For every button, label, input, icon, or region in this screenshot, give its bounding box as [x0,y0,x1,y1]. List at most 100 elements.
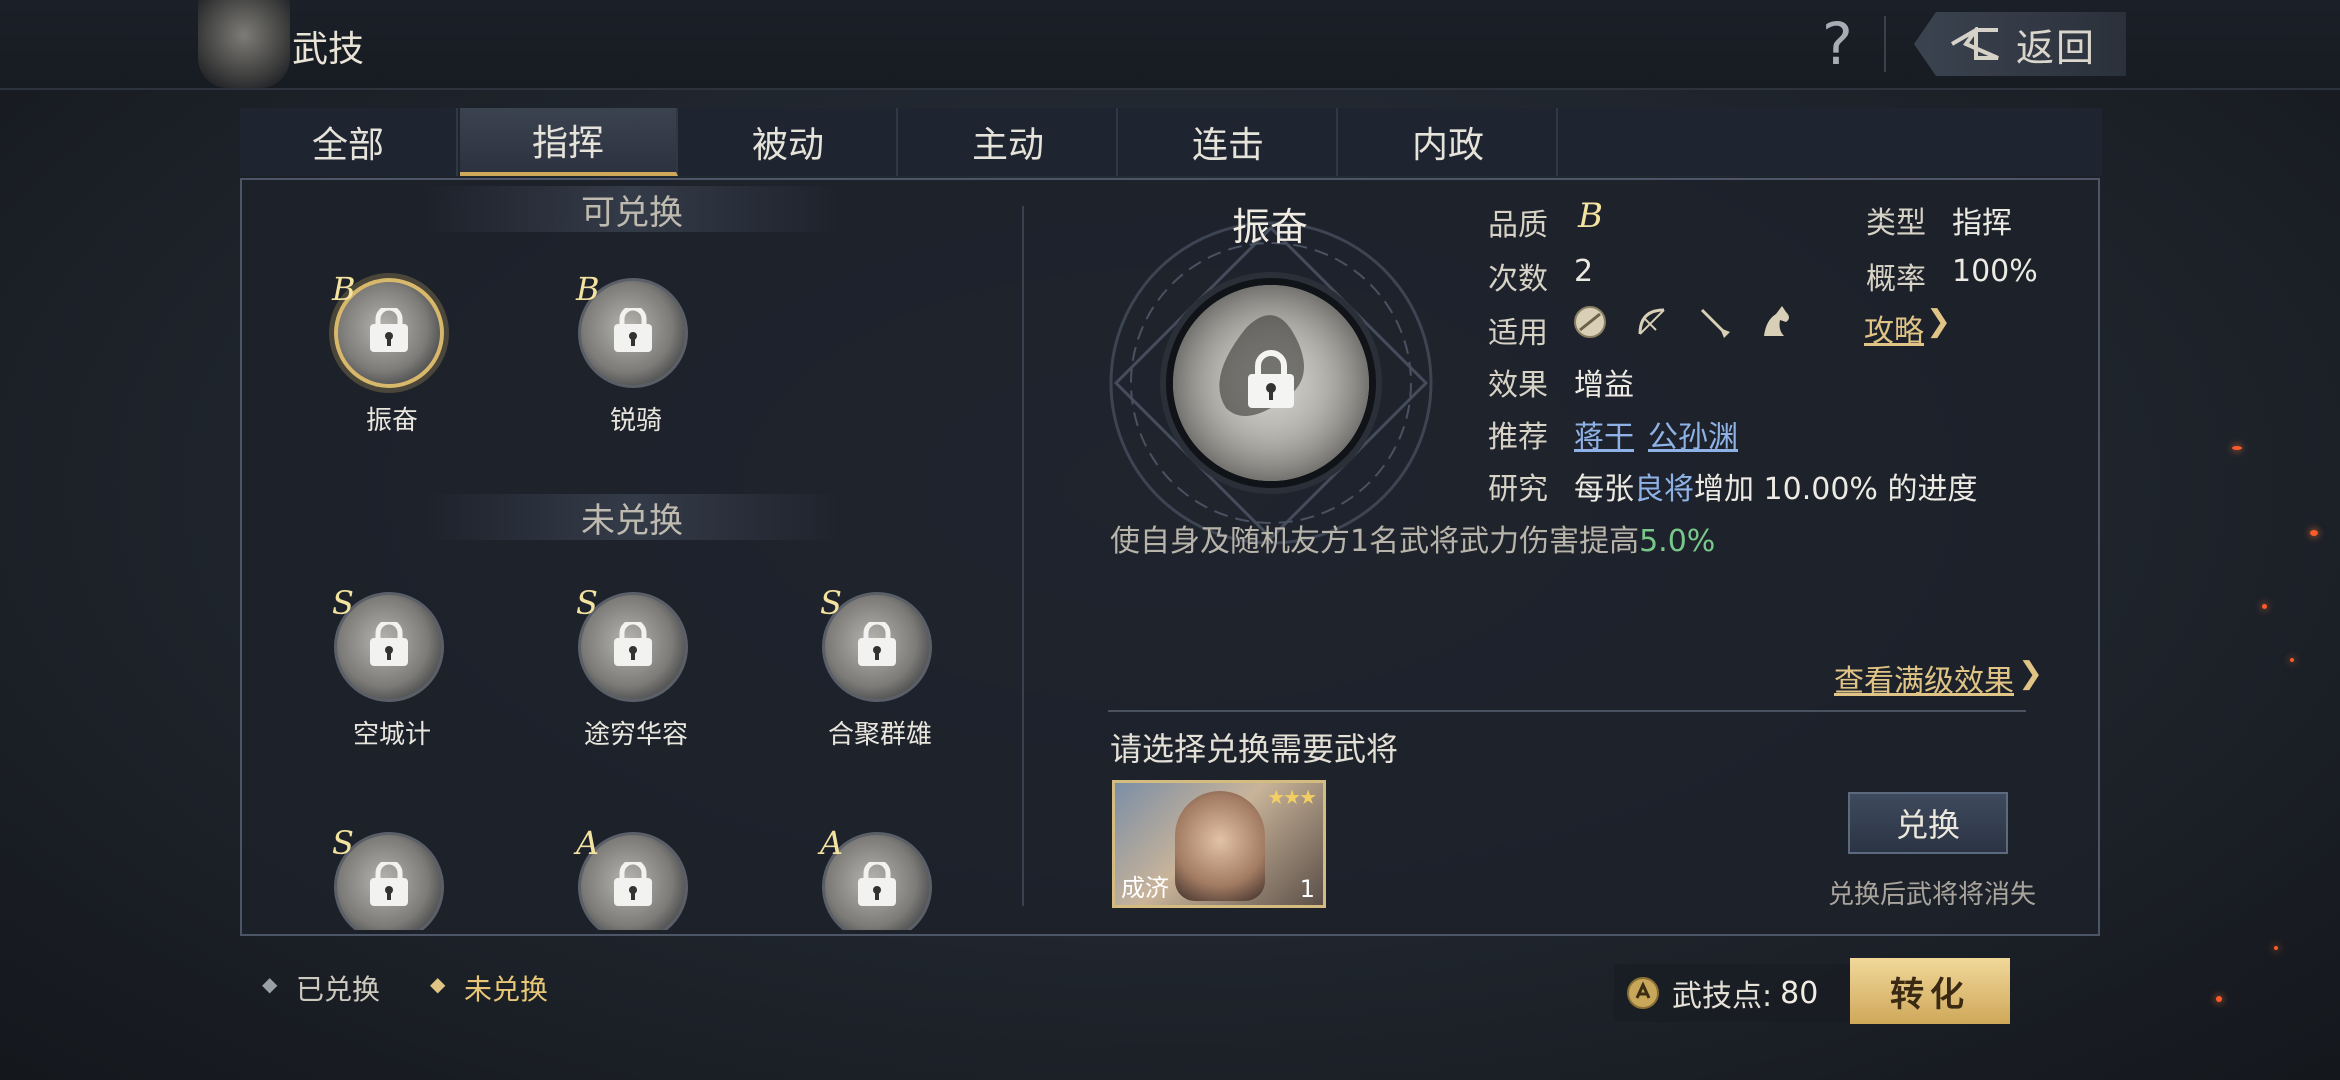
skill-points-box: 武技点: 80 [1614,964,1852,1022]
tab-internal-affairs[interactable]: 内政 [1340,108,1558,176]
diamond-gold-icon: ◆ [430,972,446,996]
recommend-general-link[interactable]: 公孙渊 [1648,412,1738,456]
skill-item[interactable]: B 锐骑 [566,270,706,438]
chance-label: 概率 [1866,262,1926,297]
grade-badge: S [820,584,842,622]
research-text: 每张良将增加 10.00% 的进度 [1574,464,1977,508]
effect-value: 增益 [1574,368,1634,403]
general-portrait [1175,791,1265,901]
skill-name: 途穷华容 [583,720,688,750]
lock-icon [370,622,408,666]
recommend-general-link[interactable]: 蒋干 [1574,412,1634,456]
general-card[interactable]: ★★★ 成济 1 [1112,780,1326,908]
skill-item[interactable]: S [322,824,462,930]
legend-exchanged: 已兑换 [296,973,381,1006]
skill-title: 振奋 [1231,205,1308,249]
exchange-note: 兑换后武将将消失 [1828,880,2037,910]
ember [2216,996,2222,1002]
legend-not-exchanged: 未兑换 [464,973,549,1006]
skill-list[interactable]: 可兑换 B 振奋 B 锐骑 未兑换 S 空城计 S 途穷华容 S 合聚群雄 S [262,182,1022,930]
skill-point-coin-icon [1627,977,1659,1009]
lock-icon [858,862,896,906]
applies-label: 适用 [1488,316,1548,351]
research-highlight: 良将 [1634,472,1694,507]
grade-badge: B [576,270,600,308]
select-general-prompt: 请选择兑换需要武将 [1110,730,1399,768]
tab-bar: 全部 指挥 被动 主动 连击 内政 [240,108,2102,176]
skill-item[interactable]: S 空城计 [322,584,462,752]
max-effect-link[interactable]: 查看满级效果 [1834,656,2014,700]
type-value: 指挥 [1952,206,2012,241]
section-exchangeable-header: 可兑换 [422,186,842,233]
ember [2310,530,2318,536]
chevron-right-icon: ❯ [1926,304,1952,339]
skill-item[interactable]: S 合聚群雄 [810,584,950,752]
effect-label: 效果 [1488,368,1548,403]
uses-value: 2 [1574,254,1594,289]
panel-divider [1022,206,1024,906]
spear-icon [1700,308,1730,338]
skill-item[interactable]: S 途穷华容 [566,584,706,752]
lock-icon [370,862,408,906]
research-suffix: 增加 10.00% 的进度 [1694,472,1978,507]
lock-icon [370,308,408,352]
grade-badge: S [332,584,354,622]
page-title: 武技 [292,29,365,70]
shield-icon [1574,306,1606,338]
ember [2232,446,2242,450]
help-icon[interactable]: ? [1822,10,1853,78]
ember [2262,604,2267,609]
back-button[interactable]: 返回 [1914,12,2126,76]
general-name: 成济 [1121,874,1169,902]
skill-points-label: 武技点: [1672,979,1773,1014]
exchange-button[interactable]: 兑换 [1848,792,2008,854]
grade-badge: A [820,824,844,862]
research-prefix: 每张 [1574,472,1634,507]
description-text: 使自身及随机友方1名武将武力伤害提高 [1110,524,1640,559]
skill-description: 使自身及随机友方1名武将武力伤害提高5.0% [1110,516,1715,560]
lock-icon [614,622,652,666]
skill-item[interactable]: A [810,824,950,930]
grade-badge: S [576,584,598,622]
horse-icon [1764,306,1789,336]
skill-name: 空城计 [352,720,431,750]
ember [2290,658,2294,662]
chance-value: 100% [1952,254,2038,289]
skill-emblem [1109,221,1433,545]
quality-label: 品质 [1488,208,1548,243]
tab-active[interactable]: 主动 [900,108,1118,176]
grade-badge: S [332,824,354,862]
back-label: 返回 [2016,25,2097,70]
grade-badge: B [332,270,356,308]
grade-badge: A [576,824,600,862]
quality-value: B [1578,196,1603,236]
research-label: 研究 [1488,472,1548,507]
ember [2274,946,2278,950]
description-value: 5.0% [1639,524,1716,559]
lock-icon [614,862,652,906]
diamond-gray-icon: ◆ [262,972,278,996]
convert-button[interactable]: 转化 [1850,958,2010,1024]
tab-all[interactable]: 全部 [240,108,458,176]
skill-item[interactable]: A [566,824,706,930]
uses-label: 次数 [1488,262,1548,297]
lock-icon [614,308,652,352]
lock-icon [858,622,896,666]
divider [1884,16,1886,72]
dragon-emblem-icon [198,0,290,88]
skill-name: 锐骑 [609,406,662,436]
divider [1108,710,2026,712]
section-not-exchanged-header: 未兑换 [422,494,842,541]
tab-combo[interactable]: 连击 [1120,108,1338,176]
guide-link-label: 攻略 [1864,314,1924,349]
skill-item[interactable]: B 振奋 [322,270,462,438]
tab-command[interactable]: 指挥 [460,108,678,176]
bow-icon [1638,308,1665,335]
tab-passive[interactable]: 被动 [680,108,898,176]
back-arrow-icon [1950,27,1999,60]
type-label: 类型 [1866,206,1926,241]
general-count: 1 [1299,875,1315,903]
guide-link[interactable]: 攻略 [1864,306,1924,350]
skill-name: 合聚群雄 [827,720,932,750]
recommend-label: 推荐 [1488,420,1548,455]
